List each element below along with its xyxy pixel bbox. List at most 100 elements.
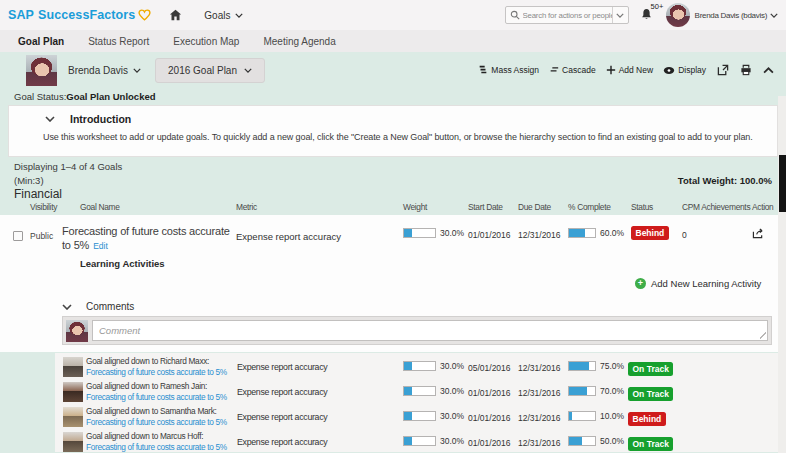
aligned-goal-link[interactable]: Forecasting of future costs accurate to … (86, 367, 227, 377)
col-visibility: Visibility (30, 202, 57, 212)
aligned-goal-row: Goal aligned down to Samantha Mark: Fore… (55, 405, 778, 430)
edit-goal-link[interactable]: Edit (93, 241, 108, 251)
goal-row-block: Public Forecasting of future costs accur… (0, 215, 786, 352)
aligned-metric: Expense report accuracy (237, 437, 327, 447)
col-cpm-achievements: CPM Achievements (682, 202, 750, 212)
home-icon[interactable] (169, 9, 182, 21)
collapse-intro-chevron[interactable] (45, 116, 55, 122)
tab-meeting-agenda[interactable]: Meeting Agenda (263, 36, 335, 47)
aligned-start-date: 01/01/2016 (468, 413, 511, 423)
avatar (63, 357, 83, 377)
add-new-button[interactable]: Add New (606, 65, 654, 75)
goal-name[interactable]: Forecasting of future costs accurate to … (62, 224, 232, 253)
status-badge: On Track (628, 387, 673, 401)
goal-status-bar: Goal Status:Goal Plan Unlocked (0, 88, 786, 103)
avatar[interactable] (666, 3, 690, 27)
status-badge: Behind (631, 226, 669, 240)
aligned-start-date: 05/01/2016 (468, 363, 511, 373)
comments-section-header[interactable]: Comments (62, 301, 134, 312)
aligned-goal-link[interactable]: Forecasting of future costs accurate to … (86, 442, 227, 452)
aligned-complete: 50.0% (568, 436, 624, 446)
display-button[interactable]: Display (663, 65, 706, 75)
introduction-panel: Introduction Use this worksheet to add o… (8, 105, 778, 157)
comment-input[interactable]: Comment (92, 320, 768, 341)
goal-plan-screen: SAPSuccessFactors Goals Search for actio… (0, 0, 786, 453)
col-metric: Metric (236, 202, 257, 212)
goal-status-value: Goal Plan Unlocked (66, 91, 155, 102)
notifications-bell[interactable]: 50+ (641, 6, 663, 24)
heart-icon (138, 9, 151, 21)
add-learning-activity-button[interactable]: + Add New Learning Activity (635, 278, 761, 289)
toolbar-actions: Mass Assign Cascade Add New Display (468, 64, 774, 76)
aligned-goal-link[interactable]: Forecasting of future costs accurate to … (86, 392, 227, 402)
cascade-button[interactable]: Cascade (549, 65, 596, 75)
aligned-weight: 30.0% (403, 361, 464, 371)
chevron-down-icon (244, 68, 252, 73)
plan-selector[interactable]: 2016 Goal Plan (155, 58, 265, 83)
user-menu[interactable]: Brenda Davis (bdavis) (695, 11, 778, 20)
status-badge: On Track (628, 437, 673, 451)
aligned-goal-row: Goal aligned down to Ramesh Jain: Foreca… (55, 380, 778, 405)
comment-composer: Comment (62, 316, 772, 345)
aligned-metric: Expense report accuracy (237, 387, 327, 397)
col-status: Status (631, 202, 653, 212)
goal-checkbox[interactable] (13, 231, 23, 241)
plan-label: 2016 Goal Plan (168, 65, 237, 76)
col-action: Action (752, 202, 773, 212)
aligned-start-date: 01/01/2016 (468, 388, 511, 398)
goal-due-date: 12/31/2016 (518, 230, 561, 240)
scrollbar-track[interactable] (778, 96, 786, 453)
goal-action-button[interactable] (752, 228, 764, 241)
search-options-chevron[interactable] (613, 13, 628, 18)
scrollbar-thumb[interactable] (779, 155, 786, 212)
tab-status-report[interactable]: Status Report (88, 36, 149, 47)
aligned-due-date: 12/31/2016 (518, 438, 561, 448)
chevron-down-icon (235, 13, 243, 18)
aligned-start-date: 01/01/2016 (468, 438, 511, 448)
aligned-due-date: 12/31/2016 (518, 363, 561, 373)
mass-assign-button[interactable]: Mass Assign (478, 65, 539, 75)
aligned-weight: 30.0% (403, 386, 464, 396)
module-selector[interactable]: Goals (204, 10, 243, 21)
goal-status-label: Goal Status: (14, 91, 66, 102)
employee-selector[interactable]: Brenda Davis (68, 65, 141, 76)
avatar (63, 407, 83, 427)
goal-start-date: 01/01/2016 (468, 230, 511, 240)
aligned-goals-list: Goal aligned down to Richard Maxx: Forec… (55, 353, 778, 452)
open-window-button[interactable] (717, 64, 729, 76)
collapse-header-button[interactable] (763, 67, 774, 74)
col-start-date: Start Date (468, 202, 503, 212)
comments-title: Comments (86, 301, 134, 312)
col-weight: Weight (403, 202, 427, 212)
aligned-complete: 75.0% (568, 361, 624, 371)
goal-weight: 30.0% (403, 228, 464, 238)
top-bar: SAPSuccessFactors Goals Search for actio… (0, 0, 786, 30)
user-label: Brenda Davis (bdavis) (695, 11, 767, 20)
chevron-down-icon (770, 13, 778, 18)
aligned-goal-link[interactable]: Forecasting of future costs accurate to … (86, 417, 227, 427)
goal-visibility: Public (30, 231, 53, 241)
share-icon (752, 228, 764, 239)
avatar (63, 432, 83, 452)
complete-bar (568, 228, 596, 238)
search-icon (510, 10, 520, 20)
avatar (63, 382, 83, 402)
avatar (26, 55, 57, 86)
introduction-text: Use this worksheet to add or update goal… (43, 132, 767, 142)
chevron-down-icon (133, 68, 141, 73)
search-input[interactable]: Search for actions or people (505, 6, 629, 24)
module-label: Goals (204, 10, 230, 21)
plus-icon (606, 65, 616, 75)
aligned-complete: 10.0% (568, 411, 624, 421)
category-header: Financial (0, 185, 786, 200)
status-badge: Behind (628, 412, 666, 426)
aligned-intro: Goal aligned down to Samantha Mark: (86, 406, 217, 416)
print-button[interactable] (740, 64, 752, 76)
brand-sap: SAP (8, 8, 34, 22)
weight-bar (403, 228, 436, 238)
col-goal-name: Goal Name (80, 202, 120, 212)
tab-execution-map[interactable]: Execution Map (173, 36, 239, 47)
goal-metric: Expense report accuracy (236, 231, 341, 242)
aligned-goal-row: Goal aligned down to Richard Maxx: Forec… (55, 355, 778, 380)
tab-goal-plan[interactable]: Goal Plan (18, 36, 64, 47)
